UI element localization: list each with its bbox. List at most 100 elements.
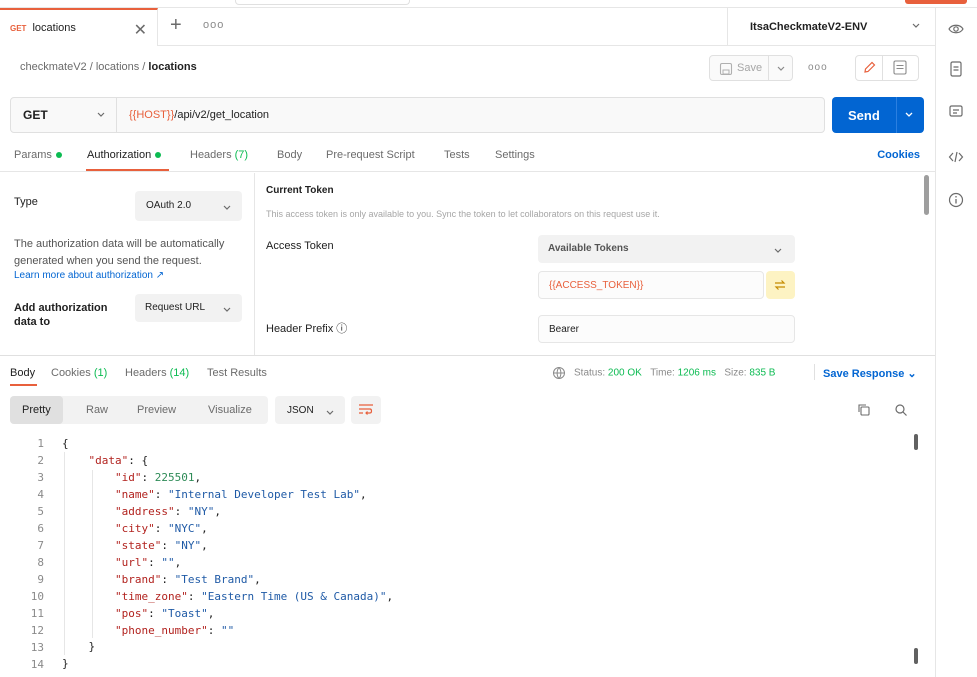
chevron-down-icon xyxy=(222,304,232,314)
info-icon[interactable] xyxy=(947,191,967,211)
save-response-label: Save Response xyxy=(823,368,905,380)
json-value: "NY" xyxy=(187,505,215,518)
format-visualize[interactable]: Visualize xyxy=(208,396,252,424)
size-value[interactable]: 835 B xyxy=(749,368,775,379)
current-token-note: This access token is only available to y… xyxy=(266,209,660,219)
code-icon[interactable] xyxy=(947,148,967,168)
tab-authorization[interactable]: Authorization xyxy=(87,149,162,161)
code-line: "address": "NY", xyxy=(114,505,221,518)
url-input[interactable]: {{HOST}}/api/v2/get_location xyxy=(129,109,269,121)
view-docs-button[interactable] xyxy=(883,55,919,81)
chevron-down-icon xyxy=(222,202,232,212)
copy-icon[interactable] xyxy=(857,403,871,417)
tab-params[interactable]: Params xyxy=(14,149,62,161)
response-tab-headers-count: (14) xyxy=(169,367,190,379)
format-preview[interactable]: Preview xyxy=(137,396,176,424)
breadcrumb-collection[interactable]: checkmateV2 xyxy=(20,61,87,73)
search-icon[interactable] xyxy=(894,403,908,417)
sync-token-button[interactable] xyxy=(766,271,795,299)
environment-selector[interactable]: ItsaCheckmateV2-ENV xyxy=(727,8,935,46)
top-upgrade-edge xyxy=(905,0,967,4)
status-label: Status: xyxy=(574,367,606,379)
json-value: 225501 xyxy=(154,471,195,484)
fold-brace[interactable]: { xyxy=(142,454,149,467)
request-tab-name: locations xyxy=(32,22,76,34)
available-tokens-value: Available Tokens xyxy=(548,243,629,254)
url-bar: GET {{HOST}}/api/v2/get_location xyxy=(10,97,825,133)
tab-headers[interactable]: Headers (7) xyxy=(190,149,248,161)
auth-scrollbar[interactable] xyxy=(924,175,929,215)
tab-body[interactable]: Body xyxy=(277,149,302,161)
response-tab-body[interactable]: Body xyxy=(10,367,35,379)
tab-headers-count: (7) xyxy=(234,149,249,161)
response-tab-cookies[interactable]: Cookies (1) xyxy=(51,367,107,379)
response-tab-cookies-label: Cookies xyxy=(51,367,91,379)
chevron-down-icon xyxy=(911,20,921,30)
auth-type-select[interactable]: OAuth 2.0 xyxy=(135,191,242,221)
tab-tests[interactable]: Tests xyxy=(444,149,470,161)
json-value: "" xyxy=(220,624,235,637)
tab-prerequest-script[interactable]: Pre-request Script xyxy=(326,149,415,161)
auth-type-label: Type xyxy=(14,196,38,208)
request-tab[interactable]: GET locations ✕ xyxy=(0,8,158,46)
fold-brace[interactable]: { xyxy=(62,437,69,450)
format-type-select[interactable]: JSON xyxy=(275,396,345,424)
response-tab-headers[interactable]: Headers (14) xyxy=(125,367,189,379)
code-scrollbar-bottom[interactable] xyxy=(914,648,918,664)
edit-request-button[interactable] xyxy=(855,55,883,81)
header-prefix-input[interactable]: Bearer xyxy=(538,315,795,343)
time-value[interactable]: 1206 ms xyxy=(678,368,716,379)
access-token-value: {{ACCESS_TOKEN}} xyxy=(549,280,644,291)
send-split-divider xyxy=(896,97,897,133)
documentation-icon[interactable] xyxy=(947,60,967,80)
format-raw[interactable]: Raw xyxy=(86,396,108,424)
json-value: "Toast" xyxy=(161,607,208,620)
response-body-code[interactable]: 1 2 3 4 5 6 7 8 9 10 11 12 13 14 { "data": { "id": 22… xyxy=(0,434,930,671)
line-number: 9 xyxy=(37,573,44,586)
save-response-button[interactable]: Save Response ⌄ xyxy=(823,367,917,380)
chevron-down-icon xyxy=(325,407,335,417)
wrap-lines-button[interactable] xyxy=(351,396,381,424)
chevron-down-icon[interactable] xyxy=(904,109,914,119)
breadcrumb-folder[interactable]: locations xyxy=(96,61,139,73)
tab-params-label: Params xyxy=(14,149,52,161)
save-button[interactable]: Save xyxy=(709,55,793,81)
tab-more-icon[interactable]: ooo xyxy=(203,19,224,31)
access-token-input[interactable]: {{ACCESS_TOKEN}} xyxy=(538,271,764,299)
format-pretty[interactable]: Pretty xyxy=(10,396,63,424)
code-line: "brand": "Test Brand", xyxy=(114,573,261,586)
comments-icon[interactable] xyxy=(947,103,967,123)
url-path: /api/v2/get_location xyxy=(174,109,270,121)
json-value: "Eastern Time (US & Canada)" xyxy=(201,590,387,603)
cookies-link[interactable]: Cookies xyxy=(877,149,920,161)
request-tab-method: GET xyxy=(10,23,27,33)
http-method-select[interactable]: GET xyxy=(11,98,117,132)
add-auth-data-select[interactable]: Request URL xyxy=(135,294,242,322)
close-tab-icon[interactable]: ✕ xyxy=(134,20,147,40)
response-tab-test-results[interactable]: Test Results xyxy=(207,367,267,379)
status-value[interactable]: 200 OK xyxy=(608,368,642,379)
save-options-dropdown[interactable] xyxy=(768,56,792,80)
time-label: Time: xyxy=(650,367,675,379)
json-key: "time_zone" xyxy=(114,590,188,603)
learn-more-link[interactable]: Learn more about authorization ↗ xyxy=(14,270,164,281)
line-number: 12 xyxy=(30,624,44,637)
line-number: 1 xyxy=(37,437,44,450)
add-auth-data-value: Request URL xyxy=(145,302,206,313)
code-scrollbar-top[interactable] xyxy=(914,434,918,450)
available-tokens-select[interactable]: Available Tokens xyxy=(538,235,795,263)
json-value: "NYC" xyxy=(167,522,202,535)
current-token-title: Current Token xyxy=(266,185,334,196)
more-actions-icon[interactable]: ooo xyxy=(808,62,828,73)
header-prefix-label: Header Prefix ⓘ xyxy=(266,323,348,335)
json-value: "Test Brand" xyxy=(174,573,255,586)
new-tab-plus-icon[interactable]: + xyxy=(170,14,182,37)
json-key: "phone_number" xyxy=(114,624,208,637)
tab-settings[interactable]: Settings xyxy=(495,149,535,161)
wrap-lines-icon xyxy=(359,404,373,415)
eye-icon[interactable] xyxy=(947,20,967,40)
code-line: "data": { xyxy=(88,454,149,467)
network-globe-icon[interactable] xyxy=(552,366,566,380)
send-button[interactable]: Send xyxy=(832,97,924,133)
code-line: "name": "Internal Developer Test Lab", xyxy=(114,488,367,501)
